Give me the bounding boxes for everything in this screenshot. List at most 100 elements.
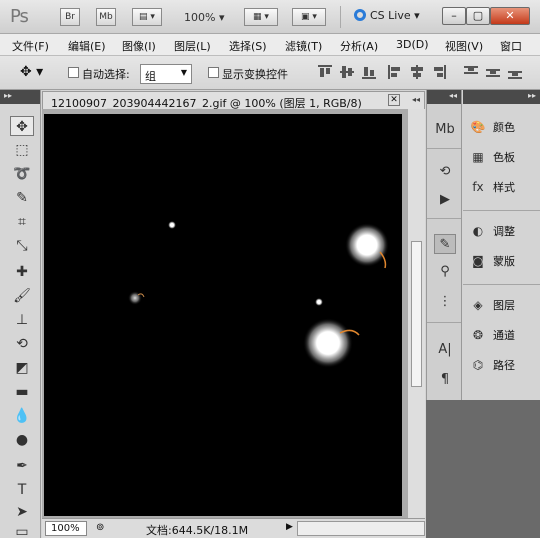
- status-bar: 100% ⊚ 文档:644.5K/18.1M ▶: [42, 518, 425, 538]
- channels-panel-tab[interactable]: ❂ 通道: [469, 326, 515, 348]
- menu-image[interactable]: 图像(I): [122, 38, 156, 54]
- spark: [345, 223, 389, 267]
- horizontal-scrollbar[interactable]: [297, 521, 425, 536]
- paragraph-icon[interactable]: ¶: [434, 370, 456, 390]
- distribute-top-icon[interactable]: [464, 65, 478, 79]
- menu-window[interactable]: 窗口: [500, 38, 522, 54]
- menu-select[interactable]: 选择(S): [229, 38, 267, 54]
- arrange-documents-button[interactable]: ▦ ▾: [244, 8, 278, 26]
- shape-tool-icon[interactable]: ▭: [10, 522, 34, 538]
- history-brush-tool-icon[interactable]: ⟲: [10, 334, 34, 354]
- spark: [128, 291, 142, 305]
- close-button[interactable]: ✕: [490, 7, 530, 25]
- marquee-tool-icon[interactable]: ⬚: [10, 140, 34, 160]
- canvas-area: [42, 109, 425, 518]
- lasso-tool-icon[interactable]: ➰: [10, 164, 34, 184]
- document-tab[interactable]: 12100907_203904442167_2.gif @ 100% (图层 1…: [42, 91, 425, 110]
- menu-file[interactable]: 文件(F): [12, 38, 49, 54]
- gradient-tool-icon[interactable]: ▬: [10, 382, 34, 402]
- crop-tool-icon[interactable]: ⌗: [10, 212, 34, 232]
- brush-presets-icon[interactable]: ✎: [434, 234, 456, 254]
- masks-panel-tab[interactable]: ◙ 蒙版: [469, 252, 515, 274]
- menu-layer[interactable]: 图层(L): [174, 38, 211, 54]
- character-icon[interactable]: A|: [434, 340, 456, 360]
- channels-icon: ❂: [472, 328, 484, 342]
- fx-icon: fx: [472, 180, 484, 194]
- photoshop-logo: Ps: [10, 6, 29, 27]
- align-hcenter-icon[interactable]: [410, 65, 424, 79]
- menu-bar: 文件(F) 编辑(E) 图像(I) 图层(L) 选择(S) 滤镜(T) 分析(A…: [0, 34, 540, 56]
- color-panel-tab[interactable]: 🎨 颜色: [469, 118, 515, 140]
- collapse-panel-icon[interactable]: ◂◂: [412, 95, 420, 104]
- adjustments-panel-tab[interactable]: ◐ 调整: [469, 222, 515, 244]
- empty-dock-area: [426, 400, 540, 538]
- firework-image: [128, 221, 389, 368]
- screen-mode-button[interactable]: ▣ ▾: [292, 8, 326, 26]
- align-bottom-icon[interactable]: [362, 65, 376, 79]
- move-tool-preset-icon[interactable]: ✥ ▾: [20, 64, 43, 80]
- layers-panel-tab[interactable]: ◈ 图层: [469, 296, 515, 318]
- spark: [315, 298, 323, 306]
- swatches-panel-tab[interactable]: ▦ 色板: [469, 148, 515, 170]
- vertical-scrollbar[interactable]: [407, 109, 425, 518]
- menu-filter[interactable]: 滤镜(T): [285, 38, 322, 54]
- type-tool-icon[interactable]: T: [10, 480, 34, 500]
- maximize-button[interactable]: ▢: [466, 7, 490, 25]
- mini-bridge-icon[interactable]: Mb: [434, 120, 456, 140]
- title-bar: Ps Br Mb ▤ ▾ 100% ▾ ▦ ▾ ▣ ▾ CS Live ▾ – …: [0, 0, 540, 34]
- brush-tool-icon[interactable]: 🖌: [10, 286, 34, 306]
- history-icon[interactable]: ⟲: [434, 162, 456, 182]
- zoom-field[interactable]: 100%: [45, 521, 87, 536]
- options-bar: ✥ ▾ 自动选择: 组 ▼ 显示变换控件: [0, 56, 540, 90]
- dodge-tool-icon[interactable]: ●: [10, 430, 34, 450]
- blur-tool-icon[interactable]: 💧: [10, 406, 34, 426]
- auto-select-label: 自动选择:: [82, 68, 130, 81]
- swatches-grid-icon: ▦: [472, 150, 484, 164]
- align-right-icon[interactable]: [432, 65, 446, 79]
- menu-analysis[interactable]: 分析(A): [340, 38, 378, 54]
- view-extras-button[interactable]: ▤ ▾: [132, 8, 162, 26]
- close-document-icon[interactable]: ✕: [388, 94, 400, 106]
- eyedropper-tool-icon[interactable]: ⤡: [10, 236, 34, 256]
- menu-edit[interactable]: 编辑(E): [68, 38, 106, 54]
- tools-panel: ▸▸ ✥ ⬚ ➰ ✎ ⌗ ⤡ ✚ 🖌 ⊥ ⟲ ◩ ▬ 💧 ● ✒ T ➤ ▭: [0, 90, 41, 538]
- expand-dock-icon[interactable]: ▸▸: [463, 90, 540, 104]
- healing-brush-tool-icon[interactable]: ✚: [10, 262, 34, 282]
- palette-icon: 🎨: [470, 120, 486, 134]
- status-menu-arrow-icon[interactable]: ▶: [286, 522, 293, 532]
- eraser-tool-icon[interactable]: ◩: [10, 358, 34, 378]
- align-top-icon[interactable]: [318, 65, 332, 79]
- auto-select-dropdown[interactable]: 组 ▼: [140, 64, 192, 84]
- mini-bridge-button[interactable]: Mb: [96, 8, 116, 26]
- distribute-vcenter-icon[interactable]: [486, 65, 500, 79]
- cs-live-icon: [354, 9, 366, 21]
- menu-view[interactable]: 视图(V): [445, 38, 483, 54]
- status-info-icon[interactable]: ⊚: [96, 522, 104, 533]
- pen-tool-icon[interactable]: ✒: [10, 456, 34, 476]
- show-transform-checkbox[interactable]: [208, 67, 219, 78]
- path-select-tool-icon[interactable]: ➤: [10, 502, 34, 522]
- zoom-level-dropdown[interactable]: 100% ▾: [184, 11, 224, 24]
- align-left-icon[interactable]: [388, 65, 402, 79]
- scroll-thumb[interactable]: [411, 241, 422, 387]
- auto-select-checkbox[interactable]: [68, 67, 79, 78]
- move-tool-icon[interactable]: ✥: [10, 116, 34, 136]
- clone-stamp-tool-icon[interactable]: ⊥: [10, 310, 34, 330]
- distribute-bottom-icon[interactable]: [508, 65, 522, 79]
- quick-select-tool-icon[interactable]: ✎: [10, 188, 34, 208]
- spark: [303, 318, 353, 368]
- menu-3d[interactable]: 3D(D): [396, 38, 429, 51]
- actions-icon[interactable]: ▶: [434, 190, 456, 210]
- cs-live-menu[interactable]: CS Live ▾: [354, 9, 420, 22]
- align-vcenter-icon[interactable]: [340, 65, 354, 79]
- image-canvas[interactable]: [44, 114, 402, 516]
- bridge-button[interactable]: Br: [60, 8, 80, 26]
- paths-panel-tab[interactable]: ⌬ 路径: [469, 356, 515, 378]
- styles-panel-tab[interactable]: fx 样式: [469, 178, 515, 200]
- show-transform-label: 显示变换控件: [222, 68, 288, 81]
- collapse-dock-icon[interactable]: ◂◂: [427, 90, 461, 104]
- minimize-button[interactable]: –: [442, 7, 466, 25]
- tool-presets-icon[interactable]: ⋮: [434, 292, 456, 312]
- collapse-tools-icon[interactable]: ▸▸: [0, 90, 40, 104]
- clone-source-icon[interactable]: ⚲: [434, 262, 456, 282]
